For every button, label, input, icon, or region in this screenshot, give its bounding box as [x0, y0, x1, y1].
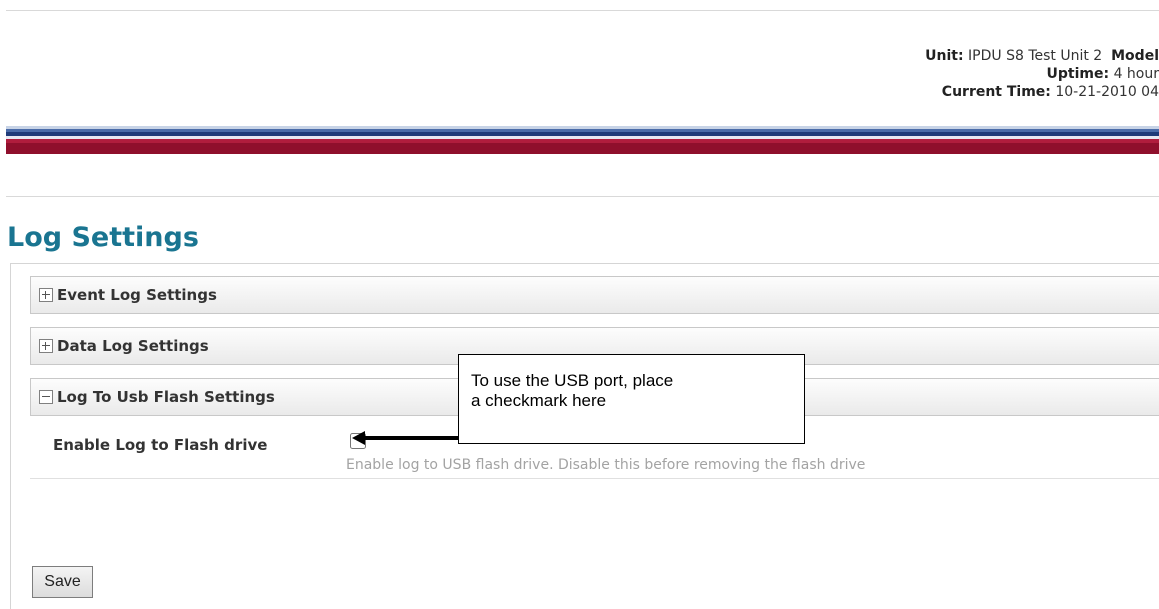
- section-label: Data Log Settings: [57, 337, 209, 355]
- plus-icon[interactable]: [39, 339, 53, 353]
- save-button[interactable]: Save: [32, 566, 93, 598]
- minus-icon[interactable]: [39, 390, 53, 404]
- uptime-label: Uptime:: [1046, 66, 1110, 82]
- content-divider: [6, 196, 1159, 197]
- arrow-left-icon: [352, 431, 365, 445]
- current-time-line: Current Time: 10-21-2010 04: [700, 83, 1159, 101]
- current-time-value: 10-21-2010 04: [1055, 84, 1159, 100]
- unit-label: Unit:: [925, 48, 964, 64]
- header-banner: [6, 126, 1159, 154]
- plus-icon[interactable]: [39, 288, 53, 302]
- page-title: Log Settings: [7, 222, 199, 253]
- enable-log-flash-help: Enable log to USB flash drive. Disable t…: [346, 457, 866, 473]
- unit-line: Unit: IPDU S8 Test Unit 2 Model: [700, 47, 1159, 65]
- annotation-callout: To use the USB port, place a checkmark h…: [458, 354, 805, 444]
- current-time-label: Current Time:: [941, 84, 1051, 100]
- section-label: Event Log Settings: [57, 286, 217, 304]
- top-divider: [6, 10, 1159, 11]
- callout-line-2: a checkmark here: [471, 391, 607, 410]
- row-divider: [30, 478, 1159, 479]
- callout-arrow-line: [364, 436, 459, 440]
- section-label: Log To Usb Flash Settings: [57, 388, 275, 406]
- unit-info-header: Unit: IPDU S8 Test Unit 2 Model Uptime: …: [700, 47, 1159, 101]
- model-label: Model: [1111, 48, 1159, 64]
- uptime-value: 4 hour: [1113, 66, 1159, 82]
- uptime-line: Uptime: 4 hour: [700, 65, 1159, 83]
- section-event-log-settings[interactable]: Event Log Settings: [30, 276, 1159, 314]
- unit-value: IPDU S8 Test Unit 2: [968, 48, 1103, 64]
- enable-log-flash-label: Enable Log to Flash drive: [53, 436, 268, 454]
- callout-line-1: To use the USB port, place: [471, 371, 674, 390]
